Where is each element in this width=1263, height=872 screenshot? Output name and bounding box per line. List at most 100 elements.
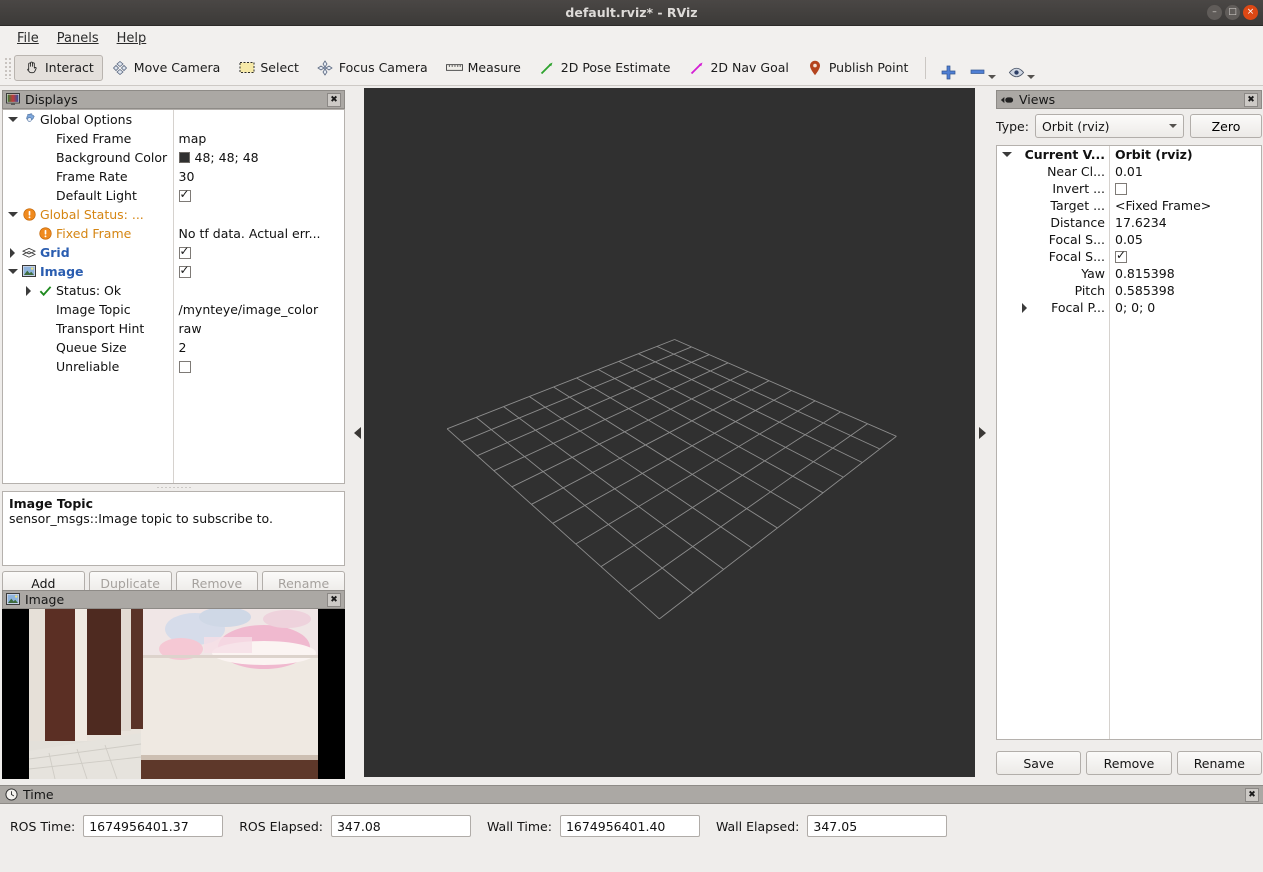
wall-time-input[interactable]: 1674956401.40 <box>559 815 700 837</box>
view-property-value[interactable]: Orbit (rviz) <box>1109 147 1193 162</box>
display-property-value[interactable]: 30 <box>173 169 344 184</box>
view-property-value[interactable]: 0.05 <box>1109 232 1143 247</box>
right-panel-collapse-handle[interactable] <box>975 88 989 777</box>
tool-publish-point-button[interactable]: Publish Point <box>798 55 918 81</box>
tree-icon-spacer <box>38 132 52 146</box>
property-checkbox[interactable] <box>1115 248 1127 263</box>
menu-help[interactable]: Help <box>108 29 156 48</box>
time-panel-close-icon[interactable]: ✖ <box>1245 787 1259 802</box>
property-checkbox[interactable] <box>178 189 191 202</box>
tool-select-label: Select <box>260 60 299 75</box>
image-panel-close-icon[interactable]: ✖ <box>327 592 341 607</box>
view-property-value-text: 0; 0; 0 <box>1115 300 1156 315</box>
display-property-value[interactable]: map <box>173 131 344 146</box>
display-property-value[interactable] <box>173 360 344 373</box>
gear-icon <box>22 113 36 127</box>
remove-view-button[interactable]: Remove <box>1086 751 1172 775</box>
views-panel-close-icon[interactable]: ✖ <box>1244 92 1258 107</box>
toolbar-grip[interactable] <box>4 56 12 79</box>
add-tool-button[interactable] <box>934 55 963 81</box>
property-checkbox[interactable] <box>1115 182 1127 195</box>
display-property-value[interactable]: 2 <box>173 340 344 355</box>
display-property-value[interactable] <box>173 189 344 202</box>
menu-panels[interactable]: Panels <box>48 29 108 48</box>
zero-view-button[interactable]: Zero <box>1190 114 1262 138</box>
view-property-row[interactable]: Yaw 0.815398 <box>997 265 1261 282</box>
3d-viewport[interactable] <box>364 88 975 777</box>
rename-view-button[interactable]: Rename <box>1176 751 1262 775</box>
views-property-tree[interactable]: Current V... Orbit (rviz) Near Cl... 0.01 In… <box>996 145 1262 740</box>
view-visibility-button[interactable] <box>1002 55 1041 81</box>
view-property-value[interactable] <box>1109 182 1127 195</box>
view-property-value-text: 0.585398 <box>1115 283 1175 298</box>
display-property-value[interactable] <box>173 265 345 278</box>
view-property-label: Focal S... <box>1048 232 1105 247</box>
main-toolbar: Interact Move Camera Select Focus Camera… <box>0 50 1263 86</box>
view-property-row[interactable]: Focal P... 0; 0; 0 <box>997 299 1261 316</box>
view-property-value[interactable]: 0; 0; 0 <box>1109 300 1155 315</box>
expand-arrow-right-icon[interactable] <box>7 247 18 258</box>
ros-elapsed-input[interactable]: 347.08 <box>330 815 471 837</box>
ros-time-input[interactable]: 1674956401.37 <box>83 815 224 837</box>
view-property-value[interactable]: 17.6234 <box>1109 215 1167 230</box>
view-property-value[interactable]: 0.01 <box>1109 164 1143 179</box>
view-property-row[interactable]: Target ... <Fixed Frame> <box>997 197 1261 214</box>
property-checkbox[interactable] <box>178 360 191 373</box>
color-swatch[interactable] <box>178 152 190 163</box>
expand-arrow-down-icon[interactable] <box>7 266 18 277</box>
view-property-row[interactable]: Invert ... <box>997 180 1261 197</box>
displays-close-icon[interactable]: ✖ <box>327 92 341 107</box>
wall-elapsed-input[interactable]: 347.05 <box>807 815 948 837</box>
tool-2d-nav-goal-button[interactable]: 2D Nav Goal <box>679 55 797 81</box>
tree-icon-spacer <box>38 360 52 374</box>
view-type-select[interactable]: Orbit (rviz) <box>1034 114 1184 138</box>
view-property-value[interactable]: 0.585398 <box>1109 283 1175 298</box>
display-property-value[interactable] <box>173 246 345 259</box>
expand-arrow-down-icon[interactable] <box>7 114 18 125</box>
display-property-value[interactable]: No tf data. Actual err... <box>173 226 344 241</box>
display-property-value[interactable]: 48; 48; 48 <box>173 150 344 165</box>
view-property-row[interactable]: Current V... Orbit (rviz) <box>997 146 1261 163</box>
tool-move-camera-button[interactable]: Move Camera <box>103 55 230 81</box>
display-property-value[interactable]: raw <box>173 321 344 336</box>
chevron-down-icon[interactable] <box>988 74 997 79</box>
property-checkbox[interactable] <box>178 246 191 259</box>
tree-column-divider <box>173 110 174 483</box>
minimize-button[interactable]: – <box>1207 5 1222 20</box>
tool-measure-button[interactable]: Measure <box>437 55 530 81</box>
view-property-value[interactable]: <Fixed Frame> <box>1109 198 1211 213</box>
remove-tool-button[interactable] <box>963 55 1002 81</box>
tool-focus-camera-label: Focus Camera <box>338 60 428 75</box>
maximize-button[interactable]: □ <box>1225 5 1240 20</box>
expand-arrow-right-icon[interactable] <box>1019 302 1030 313</box>
display-property-value[interactable]: /mynteye/image_color <box>173 302 344 317</box>
display-property-label: Unreliable <box>56 359 120 374</box>
view-property-value[interactable] <box>1109 248 1127 263</box>
view-property-value[interactable]: 0.815398 <box>1109 266 1175 281</box>
camera-image-view[interactable] <box>2 609 345 779</box>
view-property-row[interactable]: Focal S... 0.05 <box>997 231 1261 248</box>
save-view-button[interactable]: Save <box>996 751 1082 775</box>
view-property-row[interactable]: Near Cl... 0.01 <box>997 163 1261 180</box>
tool-2d-pose-estimate-button[interactable]: 2D Pose Estimate <box>530 55 680 81</box>
view-property-row[interactable]: Pitch 0.585398 <box>997 282 1261 299</box>
expand-arrow-right-icon[interactable] <box>23 285 34 296</box>
tool-select-button[interactable]: Select <box>229 55 308 81</box>
expand-arrow-down-icon[interactable] <box>7 209 18 220</box>
view-property-row[interactable]: Distance 17.6234 <box>997 214 1261 231</box>
warn-icon <box>22 208 36 222</box>
menu-file[interactable]: File <box>8 29 48 48</box>
tool-interact-button[interactable]: Interact <box>14 54 103 81</box>
property-checkbox[interactable] <box>178 265 191 278</box>
displays-splitter[interactable] <box>2 484 345 491</box>
view-property-row[interactable]: Focal S... <box>997 248 1261 265</box>
left-panel-collapse-handle[interactable] <box>350 88 364 777</box>
expand-arrow-down-icon[interactable] <box>1001 149 1012 160</box>
close-button[interactable]: × <box>1243 5 1258 20</box>
chevron-down-icon[interactable] <box>1027 74 1036 79</box>
display-property-label: Frame Rate <box>56 169 128 184</box>
tool-focus-camera-button[interactable]: Focus Camera <box>308 55 437 81</box>
time-panel: Time ✖ ROS Time: 1674956401.37 ROS Elaps… <box>0 785 1263 872</box>
displays-tree[interactable]: Global Options Fixed Frame map Background C… <box>2 109 345 484</box>
